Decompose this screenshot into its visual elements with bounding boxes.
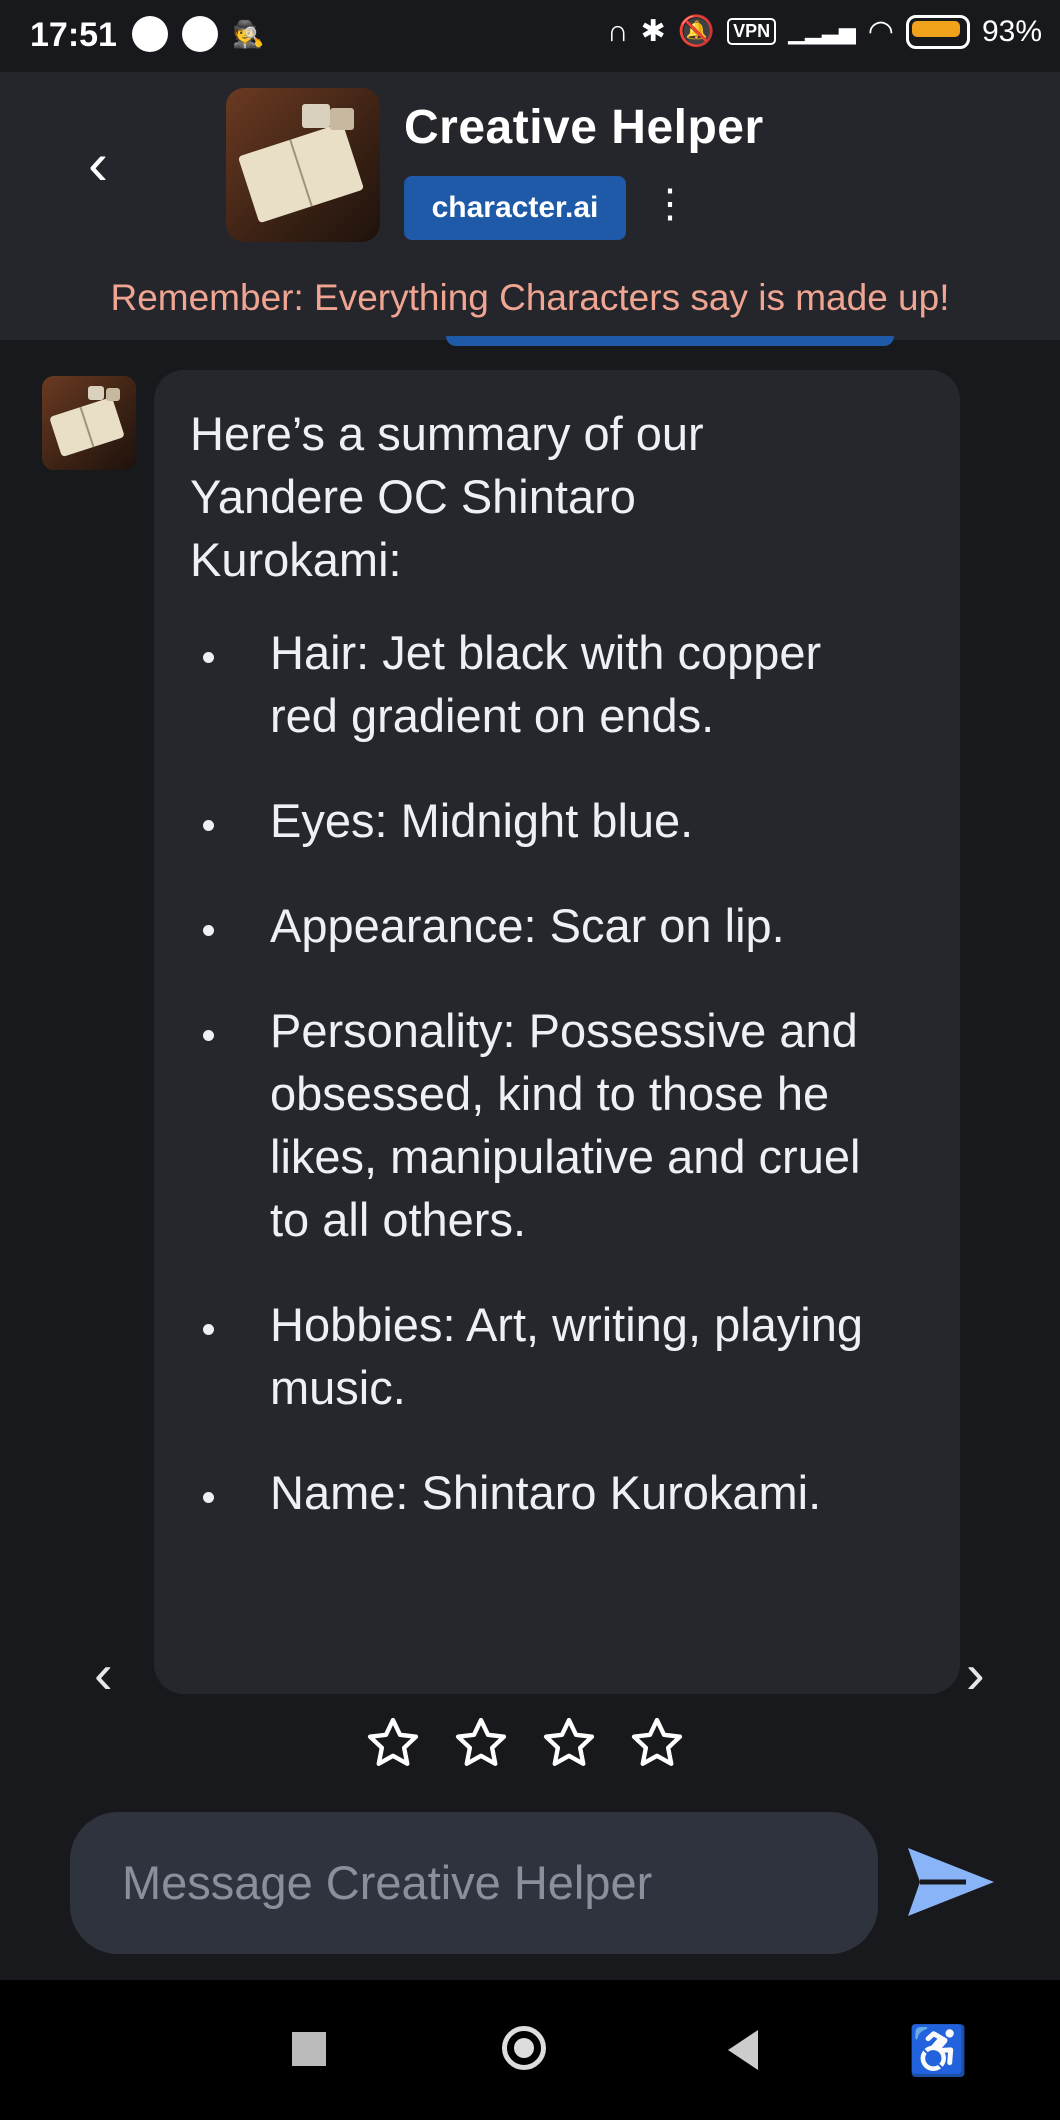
- summary-list: Hair: Jet black with copper red gradient…: [190, 621, 872, 1524]
- system-back-icon[interactable]: [728, 2030, 758, 2070]
- message-intro: Here’s a summary of our Yandere OC Shint…: [190, 407, 704, 586]
- status-bar: 17:51 🕵 ∩ ✱ 🔕 VPN ▁▂▃▅ ◠ 93%: [0, 0, 1060, 72]
- cup-illustration-small-2: [106, 388, 120, 401]
- star-icon[interactable]: [540, 1714, 598, 1772]
- cup-illustration-2: [330, 108, 354, 130]
- character-name[interactable]: Creative Helper: [404, 100, 764, 155]
- book-illustration-small: [49, 396, 125, 458]
- star-icon[interactable]: [364, 1714, 422, 1772]
- bluetooth-icon: ✱: [640, 15, 666, 48]
- status-time: 17:51: [30, 16, 117, 54]
- battery-percent: 93%: [981, 14, 1042, 48]
- recents-icon[interactable]: [292, 2032, 326, 2066]
- list-item: Appearance: Scar on lip.: [232, 894, 872, 957]
- vpn-icon: VPN: [727, 18, 777, 45]
- message-bubble: Here’s a summary of our Yandere OC Shint…: [154, 370, 960, 1694]
- app-icon: [182, 16, 218, 52]
- star-icon[interactable]: [452, 1714, 510, 1772]
- book-illustration: [237, 122, 365, 224]
- send-icon[interactable]: [906, 1844, 996, 1920]
- back-button[interactable]: ‹: [88, 134, 108, 194]
- rating-stars: [364, 1714, 686, 1772]
- brand-badge: character.ai: [404, 176, 626, 240]
- next-reply-button[interactable]: ›: [966, 1646, 985, 1702]
- home-icon[interactable]: [502, 2026, 546, 2070]
- wifi-icon: ◠: [867, 15, 894, 48]
- silent-bell-icon: 🔕: [677, 15, 716, 48]
- disclaimer-banner: Remember: Everything Characters say is m…: [0, 256, 1060, 340]
- previous-message-edge: [446, 336, 894, 346]
- list-item: Personality: Possessive and obsessed, ki…: [232, 999, 872, 1251]
- more-options-icon[interactable]: ⋮: [650, 184, 690, 224]
- character-avatar[interactable]: [226, 88, 380, 242]
- battery-icon: [905, 14, 970, 49]
- signal-icon: ▁▂▃▅: [788, 18, 856, 44]
- spotify-icon: [132, 16, 168, 52]
- previous-reply-button[interactable]: ‹: [94, 1646, 113, 1702]
- message-input[interactable]: Message Creative Helper: [70, 1812, 878, 1954]
- message-avatar[interactable]: [42, 376, 136, 470]
- headphones-icon: ∩: [607, 14, 629, 48]
- status-icons-left: 🕵: [132, 16, 264, 52]
- incognito-icon: 🕵: [232, 18, 265, 49]
- status-icons-right: ∩ ✱ 🔕 VPN ▁▂▃▅ ◠ 93%: [607, 14, 1042, 49]
- list-item: Hobbies: Art, writing, playing music.: [232, 1293, 872, 1419]
- cup-illustration-small: [88, 386, 104, 400]
- list-item: Eyes: Midnight blue.: [232, 789, 872, 852]
- star-icon[interactable]: [628, 1714, 686, 1772]
- cup-illustration: [302, 104, 330, 128]
- accessibility-icon[interactable]: ♿: [908, 2022, 968, 2079]
- list-item: Hair: Jet black with copper red gradient…: [232, 621, 872, 747]
- chat-header: ‹ Creative Helper character.ai ⋮: [0, 72, 1060, 256]
- list-item: Name: Shintaro Kurokami.: [232, 1461, 872, 1524]
